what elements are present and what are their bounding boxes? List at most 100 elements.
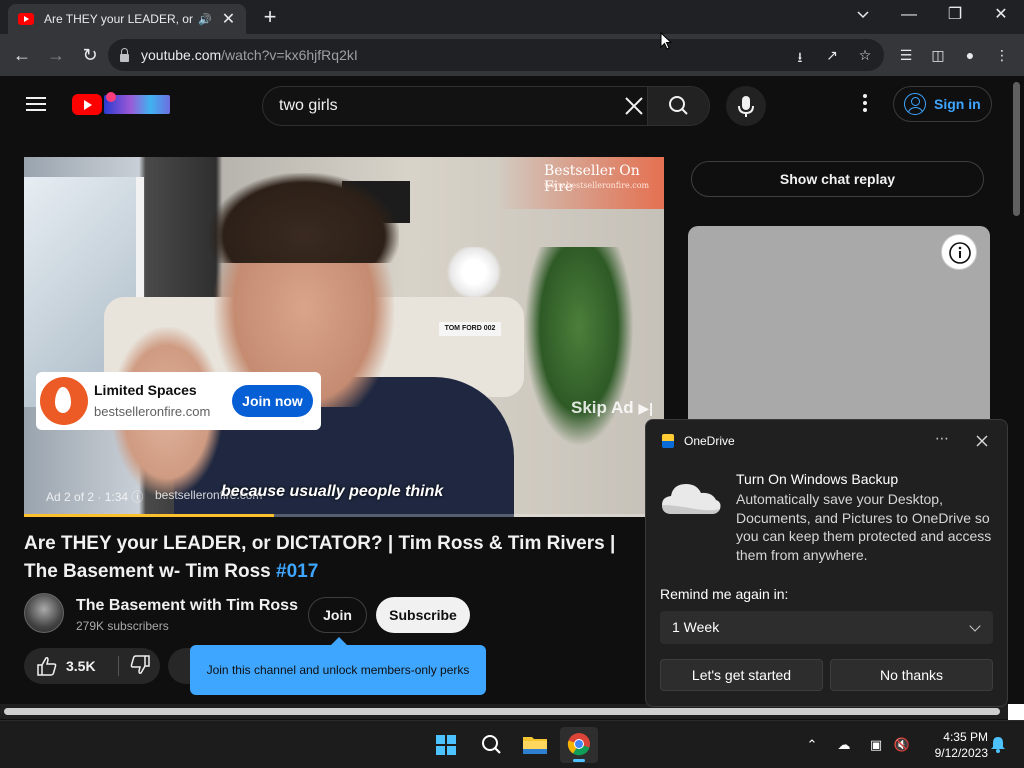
side-panel-icon[interactable]: ◫	[928, 45, 948, 65]
chevron-down-icon	[969, 620, 981, 632]
cloud-icon	[662, 484, 721, 514]
restore-button[interactable]: ❐	[932, 0, 978, 32]
video-title-text: Are THEY your LEADER, or DICTATOR? | Tim…	[24, 533, 616, 582]
remind-interval-value: 1 Week	[672, 619, 720, 635]
close-window-button[interactable]: ✕	[978, 0, 1024, 32]
address-bar[interactable]: youtube.com/watch?v=kx6hjfRq2kI ⭳ ↗ ☆	[108, 39, 884, 71]
ad-info-button[interactable]	[941, 234, 977, 270]
browser-tab[interactable]: Are THEY your LEADER, or DICTATOR? | Tim…	[8, 4, 246, 34]
video-hashtag[interactable]: #017	[276, 561, 318, 582]
ad-overlay-card[interactable]: Limited Spaces bestselleronfire.com Join…	[36, 372, 321, 430]
channel-name[interactable]: The Basement with Tim Ross	[76, 597, 298, 615]
taskbar-search-button[interactable]	[472, 727, 510, 763]
show-chat-replay-button[interactable]: Show chat replay	[691, 161, 984, 197]
video-caption: because usually people think	[221, 483, 444, 500]
notification-app-name: OneDrive	[684, 434, 735, 448]
bookmark-star-icon[interactable]: ☆	[856, 47, 874, 65]
page-scrollbar[interactable]	[1010, 76, 1024, 704]
join-button[interactable]: Join	[308, 597, 367, 633]
profile-icon[interactable]: ●	[960, 45, 980, 65]
onedrive-notification: OneDrive ⋯ Turn On Windows Backup Automa…	[645, 419, 1008, 707]
video-brand-watermark: Bestseller On Fire www.bestselleronfire.…	[496, 157, 664, 209]
youtube-logo[interactable]	[72, 94, 102, 115]
browser-toolbar: ← → ↻ youtube.com/watch?v=kx6hjfRq2kI ⭳ …	[0, 34, 1024, 76]
youtube-favicon-icon	[18, 13, 34, 25]
search-icon	[669, 96, 688, 115]
video-player[interactable]: TOM FORD 002 Bestseller On Fire www.best…	[24, 157, 664, 517]
youtube-doodle-logo[interactable]	[104, 92, 170, 114]
skip-ad-button[interactable]: Skip Ad ▶|	[571, 398, 653, 418]
voice-search-button[interactable]	[726, 86, 766, 126]
like-dislike-bar: 3.5K	[24, 648, 160, 684]
minimize-button[interactable]: —	[886, 0, 932, 32]
ad-join-now-button[interactable]: Join now	[232, 385, 313, 417]
notification-close-icon[interactable]	[971, 430, 993, 452]
horizontal-scrollbar-thumb[interactable]	[4, 708, 1000, 715]
onedrive-tray-icon[interactable]: ☁	[834, 735, 854, 755]
browser-tab-strip: Are THEY your LEADER, or DICTATOR? | Tim…	[0, 0, 1024, 34]
show-hidden-icons-chevron-up-icon[interactable]: ⌃	[802, 735, 822, 755]
sign-in-button[interactable]: Sign in	[893, 86, 992, 122]
clear-search-icon[interactable]	[619, 91, 649, 121]
search-button[interactable]	[647, 87, 709, 125]
menu-icon[interactable]	[26, 97, 46, 111]
back-button[interactable]: ←	[8, 41, 36, 69]
video-progress-bar[interactable]	[24, 514, 664, 517]
url-path: /watch?v=kx6hjfRq2kI	[221, 47, 358, 63]
tab-close-icon[interactable]: ✕	[222, 9, 235, 29]
search-box: two girls	[262, 86, 710, 126]
notification-more-icon[interactable]: ⋯	[931, 430, 953, 450]
advertiser-logo	[40, 377, 88, 425]
file-explorer-button[interactable]	[516, 727, 554, 763]
subscribe-button[interactable]: Subscribe	[376, 597, 470, 633]
tab-search-button[interactable]	[840, 0, 886, 32]
media-controls-icon[interactable]: ☰	[896, 45, 916, 65]
video-frame-hair	[209, 173, 399, 263]
install-app-icon[interactable]: ⭳	[791, 47, 809, 65]
new-tab-button[interactable]: +	[258, 4, 282, 30]
share-icon[interactable]: ↗	[823, 47, 841, 65]
channel-avatar[interactable]	[24, 593, 64, 633]
tab-audio-icon[interactable]: 🔊	[198, 13, 212, 26]
forward-button[interactable]: →	[42, 41, 70, 69]
ad-card-domain: bestselleronfire.com	[94, 404, 211, 419]
windows-taskbar: ⌃ ☁ ▣ 🔇 4:35 PM 9/12/2023	[0, 720, 1024, 768]
taskbar-clock[interactable]: 4:35 PM 9/12/2023	[918, 729, 988, 761]
chrome-taskbar-button[interactable]	[560, 727, 598, 763]
subscriber-count: 279K subscribers	[76, 619, 169, 633]
network-icon[interactable]: ▣	[866, 735, 886, 755]
dislike-button[interactable]	[119, 648, 160, 684]
microphone-icon	[738, 96, 754, 117]
windows-logo-icon	[436, 735, 456, 755]
video-title: Are THEY your LEADER, or DICTATOR? | Tim…	[24, 530, 634, 586]
video-frame-flowers	[444, 247, 504, 297]
search-icon	[482, 735, 501, 754]
youtube-header: two girls Sign in	[0, 76, 1010, 132]
chevron-down-icon	[857, 11, 869, 19]
reload-button[interactable]: ↻	[76, 41, 104, 69]
skip-ad-label: Skip Ad	[571, 398, 634, 417]
settings-more-icon[interactable]	[858, 94, 872, 114]
remind-interval-select[interactable]: 1 Week	[660, 611, 993, 644]
info-icon	[949, 242, 971, 264]
brand-name: Bestseller On Fire	[544, 163, 640, 195]
user-icon	[904, 93, 926, 115]
tab-title: Are THEY your LEADER, or DICTATOR? | Tim…	[44, 12, 194, 26]
chrome-menu-icon[interactable]: ⋮	[992, 45, 1012, 65]
no-thanks-button[interactable]: No thanks	[830, 659, 993, 691]
skip-next-icon: ▶|	[638, 400, 654, 416]
ad-info[interactable]: Ad 2 of 2 · 1:34 ⓘ	[46, 488, 143, 505]
lets-get-started-button[interactable]: Let's get started	[660, 659, 823, 691]
notification-body: Automatically save your Desktop, Documen…	[736, 491, 992, 563]
screen: Are THEY your LEADER, or DICTATOR? | Tim…	[0, 0, 1024, 768]
thumbs-down-icon	[130, 655, 150, 674]
scrollbar-thumb[interactable]	[1013, 82, 1020, 216]
ad-card-title: Limited Spaces	[94, 382, 197, 398]
volume-muted-icon[interactable]: 🔇	[892, 735, 912, 755]
like-button[interactable]: 3.5K	[24, 648, 118, 684]
clock-date: 9/12/2023	[934, 746, 988, 760]
start-button[interactable]	[427, 727, 465, 763]
notification-bell-icon[interactable]	[988, 735, 1008, 755]
join-tooltip: Join this channel and unlock members-onl…	[190, 637, 486, 695]
search-input[interactable]: two girls	[279, 97, 338, 115]
